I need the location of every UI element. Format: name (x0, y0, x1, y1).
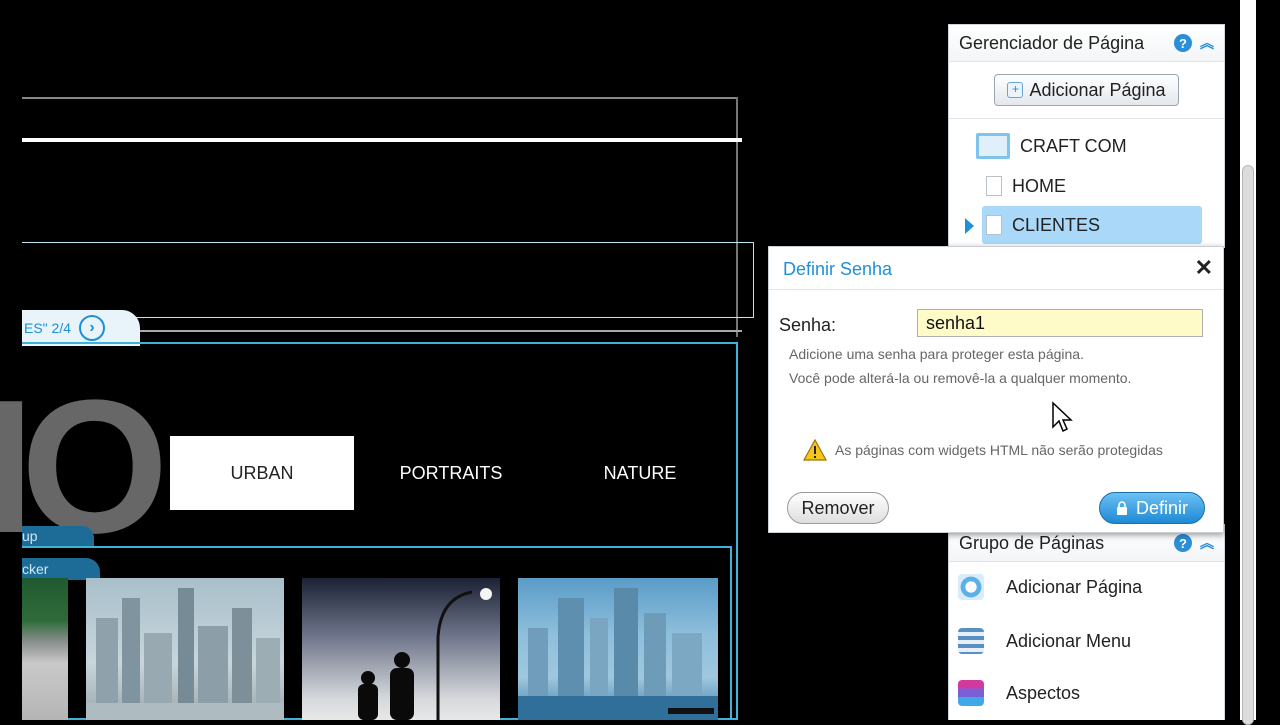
password-label: Senha: (779, 315, 837, 335)
layers-icon (958, 680, 984, 706)
nav-portraits[interactable]: PORTRAITS (360, 436, 542, 510)
group-item-aspects[interactable]: Aspectos (958, 678, 1080, 708)
help-icon[interactable]: ? (1174, 34, 1192, 52)
group-item-label: Adicionar Menu (1006, 630, 1132, 651)
page-home-label: HOME (1012, 175, 1066, 196)
warning-text: As páginas com widgets HTML não serão pr… (835, 442, 1163, 458)
hint-line-1: Adicione uma senha para proteger esta pá… (789, 346, 1084, 362)
gallery-thumb-1[interactable] (22, 578, 68, 720)
side-tab-up[interactable]: up (22, 526, 94, 546)
menu-icon (958, 628, 984, 654)
page-tab-label: ES" 2/4 (24, 320, 71, 336)
frame-line-top (22, 97, 736, 99)
gallery-thumb-3[interactable] (302, 578, 500, 720)
group-item-add-menu[interactable]: Adicionar Menu (958, 626, 1131, 656)
page-item-clientes[interactable]: CLIENTES (982, 206, 1202, 244)
close-icon[interactable]: ✕ (1195, 255, 1213, 281)
page-manager-header: Gerenciador de Página ? ︽ (949, 25, 1224, 62)
collapse-icon[interactable]: ︽ (1200, 36, 1214, 50)
lock-icon (1116, 501, 1127, 515)
collapse-icon[interactable]: ︽ (1200, 536, 1214, 550)
hint-line-2: Você pode alterá-la ou removê-la a qualq… (789, 370, 1132, 386)
side-tab-flickr[interactable]: cker (22, 558, 100, 580)
group-item-add-page[interactable]: Adicionar Página (958, 572, 1142, 602)
page-icon (986, 176, 1002, 196)
page-manager-title: Gerenciador de Página (959, 32, 1145, 53)
side-tab-flickr-label: cker (22, 561, 49, 577)
selected-arrow-icon (965, 218, 974, 234)
remove-button[interactable]: Remover (787, 492, 889, 524)
frame-line-white (22, 138, 742, 142)
page-item-home[interactable]: HOME (986, 173, 1066, 199)
group-item-label: Aspectos (1006, 682, 1081, 703)
password-input[interactable] (917, 309, 1203, 337)
add-page-icon: + (1007, 82, 1024, 98)
nav-urban[interactable]: URBAN (170, 436, 354, 510)
page-clientes-label: CLIENTES (1012, 214, 1101, 235)
dialog-separator (769, 289, 1223, 290)
gallery-thumb-2[interactable] (86, 578, 284, 720)
remove-label: Remover (801, 497, 875, 518)
page-scrollbar[interactable] (1240, 0, 1256, 725)
site-root-item[interactable]: CRAFT COM (976, 132, 1127, 160)
nav-nature[interactable]: NATURE (548, 436, 732, 510)
page-group-title: Grupo de Páginas (959, 532, 1105, 553)
site-root-label: CRAFT COM (1020, 135, 1127, 156)
gallery-thumb-4[interactable] (518, 578, 718, 720)
set-password-dialog: Definir Senha ✕ Senha: Adicione uma senh… (768, 246, 1224, 533)
define-button[interactable]: Definir (1099, 492, 1205, 524)
page-tab[interactable]: ES" 2/4 › (22, 310, 140, 346)
dialog-title: Definir Senha (783, 259, 893, 279)
warning-icon (803, 439, 827, 461)
add-page-icon (958, 574, 984, 600)
scrollbar-thumb[interactable] (1242, 165, 1254, 725)
page-icon (986, 215, 1002, 235)
help-icon[interactable]: ? (1174, 534, 1192, 552)
site-icon (976, 133, 1010, 159)
header-box[interactable] (22, 242, 754, 318)
chevron-right-icon[interactable]: › (79, 315, 105, 341)
side-tab-up-label: up (22, 528, 38, 544)
panel-divider (949, 118, 1224, 119)
define-label: Definir (1135, 497, 1188, 518)
add-page-button[interactable]: + Adicionar Página (994, 74, 1179, 106)
add-page-label: Adicionar Página (1029, 79, 1166, 100)
group-item-label: Adicionar Página (1006, 576, 1143, 597)
mouse-cursor-icon (1052, 401, 1073, 433)
